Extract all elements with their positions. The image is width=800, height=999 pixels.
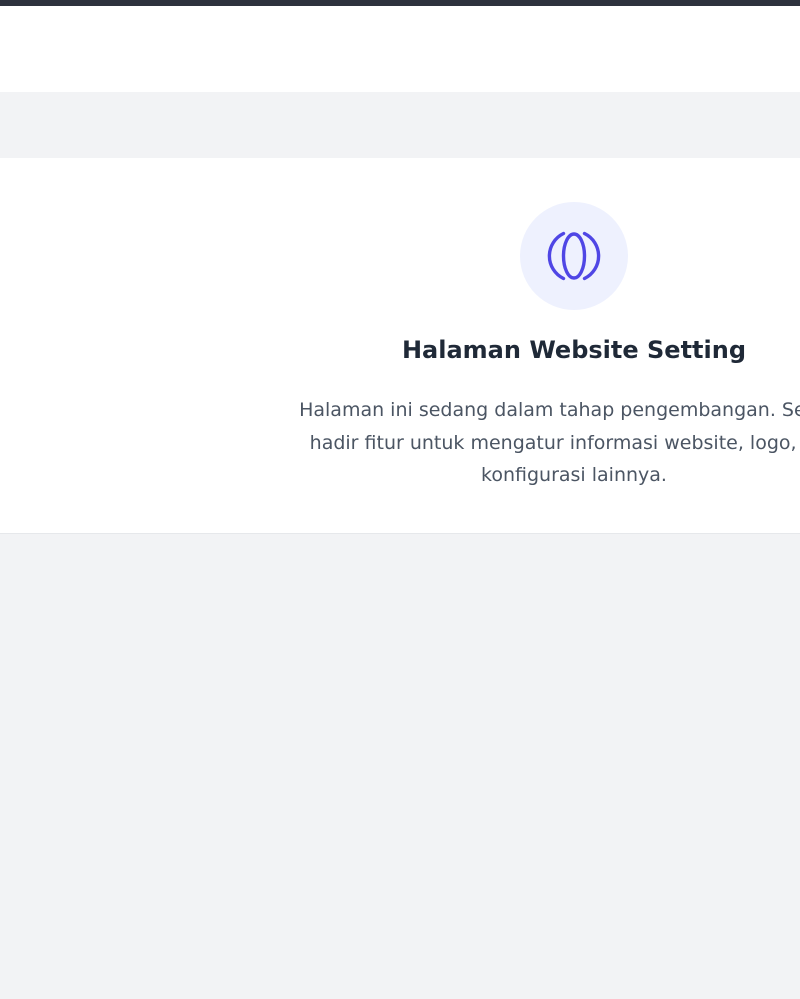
icon-circle xyxy=(520,202,628,310)
page-header xyxy=(0,6,800,92)
page-title: Halaman Website Setting xyxy=(401,336,747,364)
page-description: Halaman ini sedang dalam tahap pengemban… xyxy=(299,399,800,486)
globe-icon xyxy=(547,231,601,281)
placeholder-card: Halaman Website Setting Halaman ini seda… xyxy=(0,158,800,534)
